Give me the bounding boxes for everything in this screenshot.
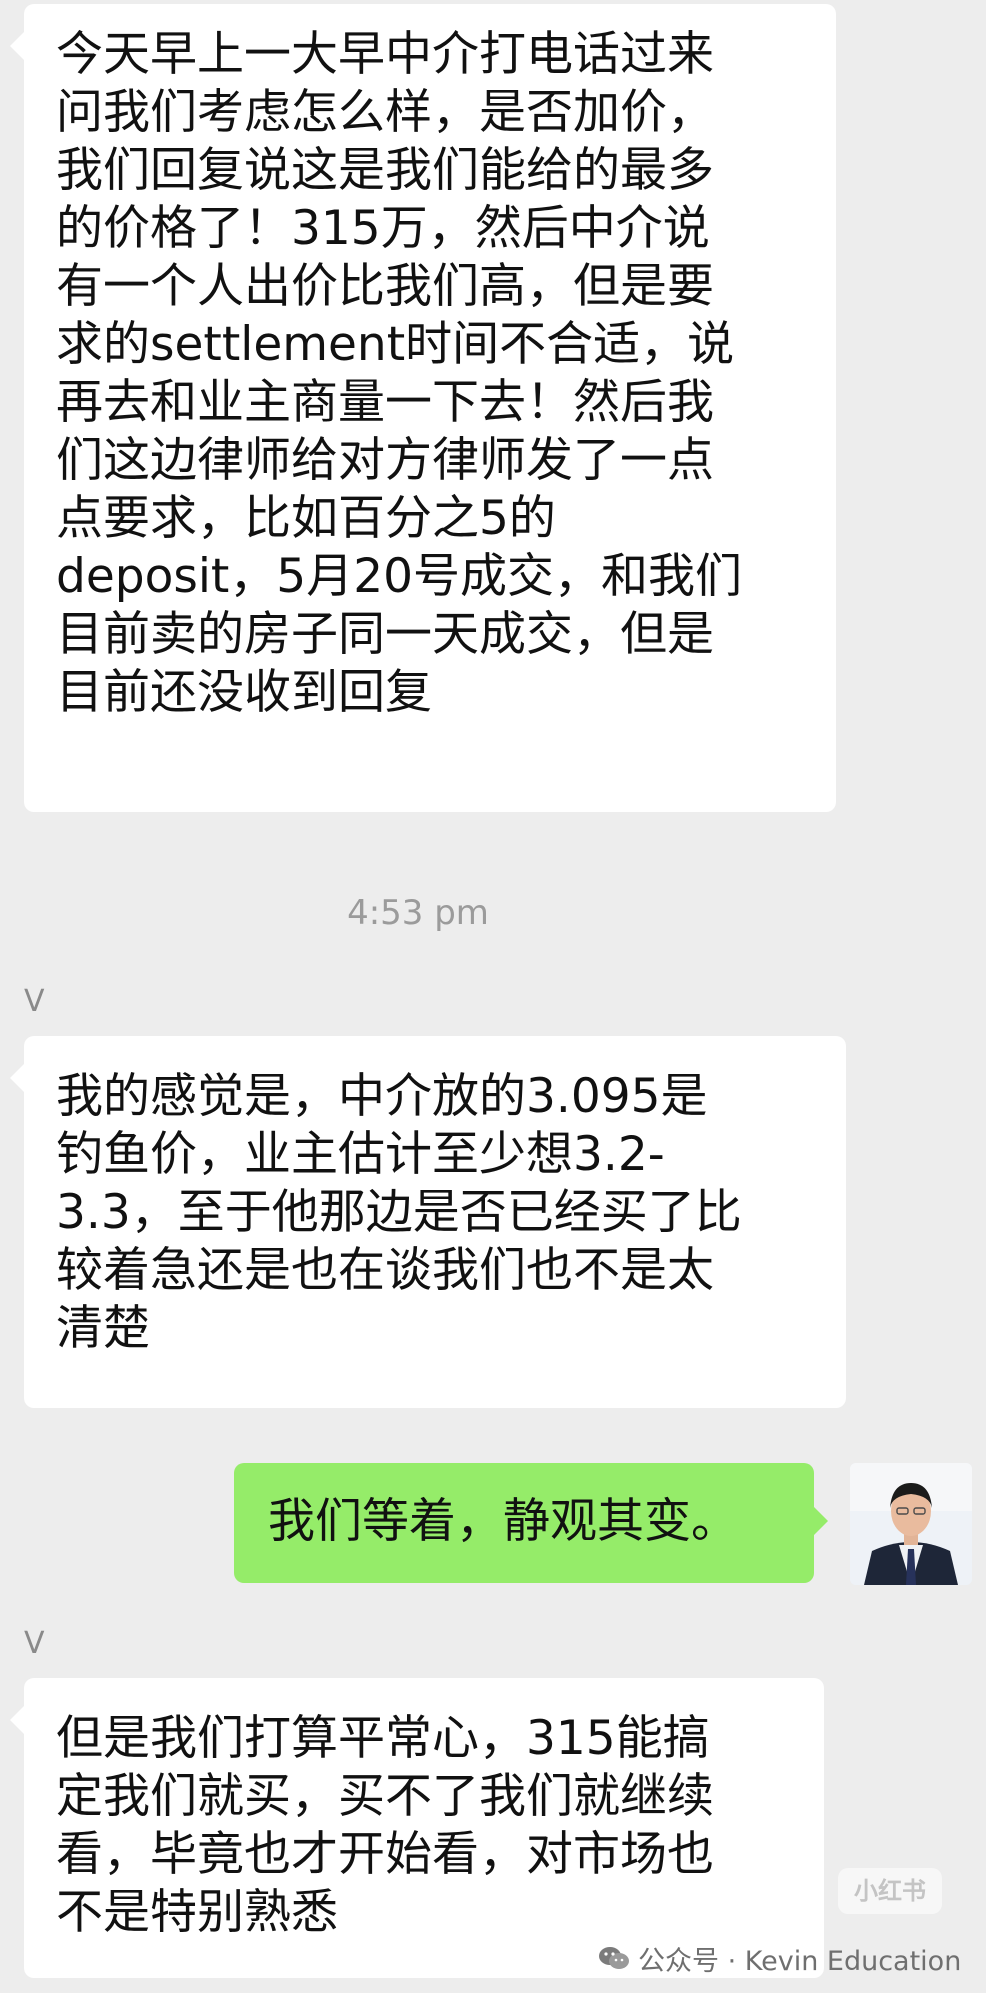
wechat-official-account-watermark: 公众号 · Kevin Education bbox=[598, 1936, 978, 1980]
incoming-message-bubble[interactable]: 但是我们打算平常心，315能搞 定我们就买，买不了我们就继续 看，毕竟也才开始看… bbox=[10, 1678, 824, 1978]
avatar-photo bbox=[850, 1463, 972, 1585]
wechat-icon bbox=[599, 1947, 629, 1969]
incoming-message-bubble[interactable]: 今天早上一大早中介打电话过来 问我们考虑怎么样，是否加价， 我们回复说这是我们能… bbox=[10, 4, 836, 812]
sender-name: V bbox=[24, 984, 45, 1019]
incoming-message-bubble[interactable]: 我的感觉是，中介放的3.095是 钓鱼价，业主估计至少想3.2- 3.3，至于他… bbox=[10, 1036, 846, 1408]
message-timestamp: 4:53 pm bbox=[347, 893, 489, 933]
message-text: 我的感觉是，中介放的3.095是 钓鱼价，业主估计至少想3.2- 3.3，至于他… bbox=[56, 1069, 742, 1356]
message-text: 我们等着，静观其变。 bbox=[268, 1494, 738, 1549]
xiaohongshu-watermark: 小红书 bbox=[838, 1868, 942, 1914]
message-text: 今天早上一大早中介打电话过来 问我们考虑怎么样，是否加价， 我们回复说这是我们能… bbox=[56, 27, 743, 720]
outgoing-message-bubble[interactable]: 我们等着，静观其变。 bbox=[234, 1463, 828, 1583]
footer-text: 公众号 · Kevin Education bbox=[638, 1945, 962, 1977]
user-avatar[interactable] bbox=[850, 1463, 972, 1585]
sender-name: V bbox=[24, 1626, 45, 1661]
message-text: 但是我们打算平常心，315能搞 定我们就买，买不了我们就继续 看，毕竟也才开始看… bbox=[56, 1711, 714, 1940]
